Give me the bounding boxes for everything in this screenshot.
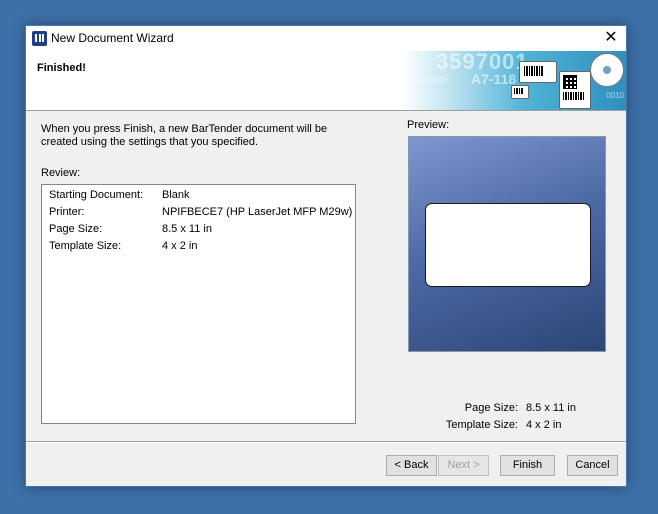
preview-page (408, 136, 606, 352)
preview-template-label (425, 203, 591, 287)
barcode-label-icon (519, 61, 557, 83)
title-bar[interactable]: New Document Wizard ✕ (26, 26, 626, 51)
window-title: New Document Wizard (51, 31, 174, 45)
preview-page-size: Page Size: 8.5 x 11 in (464, 402, 576, 414)
wizard-header: Finished! 3597001 A7-118 Barcode 0010 (26, 51, 626, 111)
preview-label: Preview: (407, 119, 450, 131)
wizard-window: New Document Wizard ✕ Finished! 3597001 … (25, 25, 627, 487)
bartender-app-icon (32, 31, 47, 46)
cd-label-icon (590, 53, 624, 87)
review-list[interactable]: Starting Document: Blank Printer: NPIFBE… (41, 184, 356, 424)
back-button[interactable]: < Back (386, 455, 437, 476)
page-title: Finished! (37, 62, 86, 74)
banner-caption: Barcode (411, 75, 449, 86)
review-label: Review: (41, 167, 81, 179)
intro-text: When you press Finish, a new BarTender d… (41, 123, 328, 148)
banner-code: A7-118 (471, 71, 517, 87)
preview-template-size: Template Size: 4 x 2 in (445, 419, 562, 431)
next-button[interactable]: Next > (438, 455, 489, 476)
header-banner-image: 3597001 A7-118 Barcode 0010 (401, 51, 626, 110)
close-icon[interactable]: ✕ (602, 29, 620, 47)
small-label-icon (511, 85, 529, 99)
finish-button[interactable]: Finish (500, 455, 555, 476)
banner-binary: 0010 (606, 91, 624, 100)
button-separator (26, 441, 626, 443)
shipping-label-icon (559, 71, 591, 109)
cancel-button[interactable]: Cancel (567, 455, 618, 476)
